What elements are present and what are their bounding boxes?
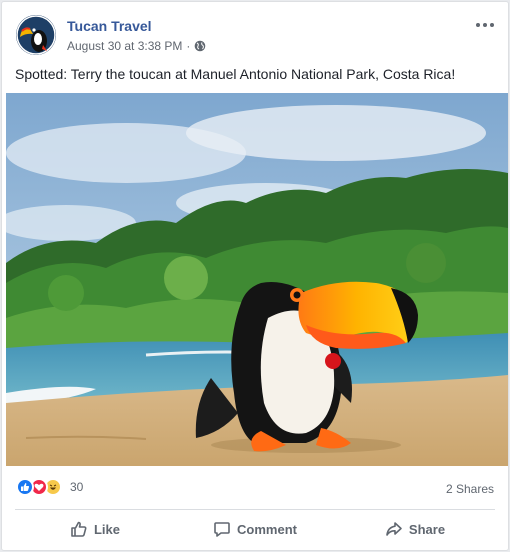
comment-bubble-icon (214, 522, 230, 537)
actions-divider (15, 509, 495, 510)
comment-label: Comment (237, 521, 297, 537)
thumbs-up-icon (71, 521, 87, 537)
beach-toucan-image (6, 93, 508, 466)
post-actions: Like Comment Share (15, 512, 495, 546)
page-name-link[interactable]: Tucan Travel (67, 18, 152, 34)
post-timestamp[interactable]: August 30 at 3:38 PM (67, 39, 182, 53)
more-options-button[interactable] (474, 17, 496, 33)
share-button[interactable]: Share (335, 512, 495, 546)
comment-button[interactable]: Comment (175, 512, 335, 546)
reaction-count: 30 (70, 480, 84, 494)
share-label: Share (408, 521, 446, 537)
more-dot-icon (490, 23, 494, 27)
post-stats: 30 2 Shares (16, 478, 494, 500)
like-label: Like (93, 521, 120, 537)
post-meta: August 30 at 3:38 PM · (67, 39, 206, 53)
more-dot-icon (476, 23, 480, 27)
post-photo[interactable] (6, 93, 508, 466)
meta-separator: · (186, 39, 191, 53)
page-avatar[interactable] (16, 15, 56, 55)
like-button[interactable]: Like (15, 512, 175, 546)
share-count-link[interactable]: 2 Shares (446, 482, 494, 496)
toucan-logo-icon (16, 15, 56, 55)
post-card: Tucan Travel August 30 at 3:38 PM · Spot… (1, 1, 509, 551)
globe-icon[interactable] (194, 40, 206, 52)
reactions-summary[interactable]: 30 (16, 478, 83, 496)
post-text: Spotted: Terry the toucan at Manuel Anto… (15, 66, 456, 82)
like-reaction-icon (16, 478, 34, 496)
post-header: Tucan Travel August 30 at 3:38 PM · (15, 15, 496, 59)
more-dot-icon (483, 23, 487, 27)
share-arrow-icon (386, 522, 402, 536)
